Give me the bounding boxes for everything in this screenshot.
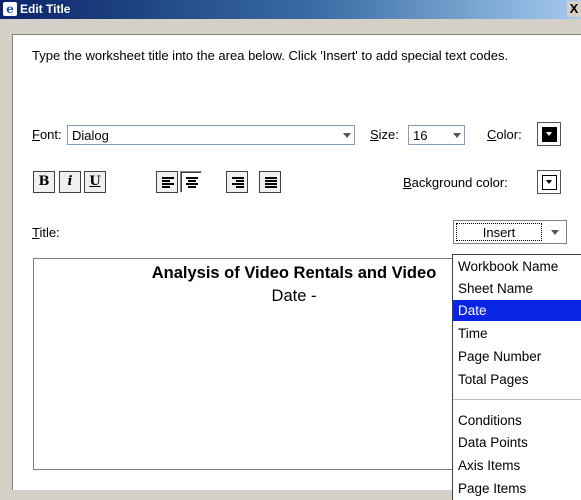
- justify-icon: [265, 177, 277, 188]
- font-select-value: Dialog: [72, 128, 109, 143]
- title-bar: e Edit Title X: [0, 0, 581, 19]
- chevron-down-icon: [546, 180, 552, 184]
- menu-item-workbook-name[interactable]: Workbook Name: [453, 256, 581, 277]
- menu-item-page-items[interactable]: Page Items: [453, 478, 581, 499]
- align-center-icon: [186, 177, 198, 188]
- color-picker-button[interactable]: [537, 122, 561, 146]
- align-left-button[interactable]: [156, 171, 178, 193]
- italic-button[interactable]: i: [59, 171, 81, 193]
- font-label: Font:: [32, 127, 62, 142]
- menu-item-data-points[interactable]: Data Points: [453, 432, 581, 453]
- menu-item-axis-items[interactable]: Axis Items: [453, 455, 581, 476]
- chevron-down-icon: [343, 133, 351, 138]
- insert-menu: Workbook Name Sheet Name Date Time Page …: [452, 254, 581, 500]
- justify-button[interactable]: [259, 171, 281, 193]
- align-right-button[interactable]: [226, 171, 248, 193]
- instruction-text: Type the worksheet title into the area b…: [32, 48, 509, 63]
- bold-button[interactable]: B: [33, 171, 55, 193]
- insert-button-label: Insert: [456, 223, 542, 241]
- background-color-picker-button[interactable]: [537, 170, 561, 194]
- size-select[interactable]: 16: [408, 125, 465, 145]
- background-color-label: Background color:: [403, 175, 508, 190]
- menu-separator: [453, 399, 581, 400]
- size-select-value: 16: [413, 128, 428, 143]
- menu-item-conditions[interactable]: Conditions: [453, 410, 581, 431]
- menu-item-page-number[interactable]: Page Number: [453, 346, 581, 367]
- chevron-down-icon: [453, 133, 461, 138]
- size-label: Size:: [370, 127, 399, 142]
- close-icon[interactable]: X: [567, 1, 581, 17]
- align-center-button[interactable]: [180, 171, 202, 193]
- app-icon: e: [3, 2, 17, 16]
- title-label: Title:: [32, 225, 60, 240]
- align-left-icon: [162, 177, 174, 188]
- align-right-icon: [232, 177, 244, 188]
- chevron-down-icon: [551, 230, 559, 235]
- chevron-down-icon: [546, 132, 552, 136]
- insert-button[interactable]: Insert: [453, 220, 567, 244]
- menu-item-date[interactable]: Date: [453, 300, 581, 321]
- menu-item-total-pages[interactable]: Total Pages: [453, 369, 581, 390]
- color-label: Color:: [487, 127, 522, 142]
- menu-item-time[interactable]: Time: [453, 323, 581, 344]
- menu-item-sheet-name[interactable]: Sheet Name: [453, 278, 581, 299]
- font-select[interactable]: Dialog: [67, 125, 355, 145]
- underline-button[interactable]: U: [84, 171, 106, 193]
- window-title: Edit Title: [20, 2, 71, 16]
